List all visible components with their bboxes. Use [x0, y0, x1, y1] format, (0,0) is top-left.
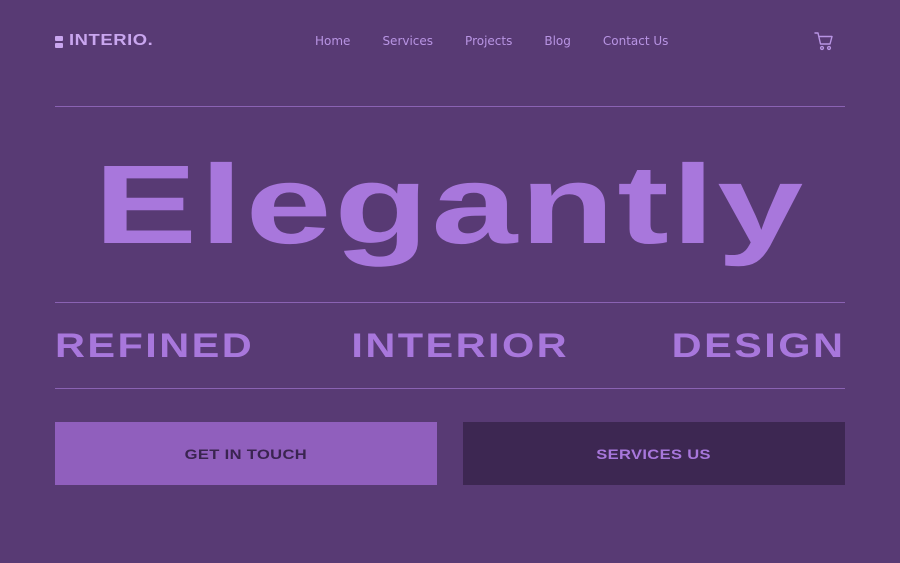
services-us-label: SERVICES US: [596, 445, 712, 462]
top-divider: [55, 106, 845, 107]
nav-item-projects[interactable]: Projects: [465, 34, 512, 48]
hero-section: Elegantly: [55, 130, 845, 280]
nav-item-services[interactable]: Services: [382, 34, 433, 48]
main-nav: Home Services Projects Blog Contact Us: [315, 26, 668, 56]
nav-item-home[interactable]: Home: [315, 34, 350, 48]
services-us-button[interactable]: SERVICES US: [463, 422, 845, 485]
landing-page: INTERIO. Home Services Projects Blog Con…: [55, 0, 845, 563]
nav-item-blog[interactable]: Blog: [544, 34, 571, 48]
bottom-divider: [55, 388, 845, 389]
hero-subline: REFINED INTERIOR DESIGN: [55, 322, 845, 370]
logo[interactable]: INTERIO.: [55, 32, 153, 50]
logo-mark-icon: [55, 35, 63, 48]
nav-item-contact-us[interactable]: Contact Us: [603, 34, 669, 48]
subline-word-interior: INTERIOR: [351, 327, 570, 365]
logo-text: INTERIO.: [69, 32, 154, 49]
subline-word-design: DESIGN: [671, 327, 845, 365]
subline-word-refined: REFINED: [55, 327, 255, 365]
site-header: INTERIO. Home Services Projects Blog Con…: [55, 26, 845, 56]
get-in-touch-label: GET IN TOUCH: [184, 445, 308, 462]
cart-icon[interactable]: [813, 30, 835, 52]
middle-divider: [55, 302, 845, 303]
hero-headline: Elegantly: [94, 142, 806, 267]
get-in-touch-button[interactable]: GET IN TOUCH: [55, 422, 437, 485]
